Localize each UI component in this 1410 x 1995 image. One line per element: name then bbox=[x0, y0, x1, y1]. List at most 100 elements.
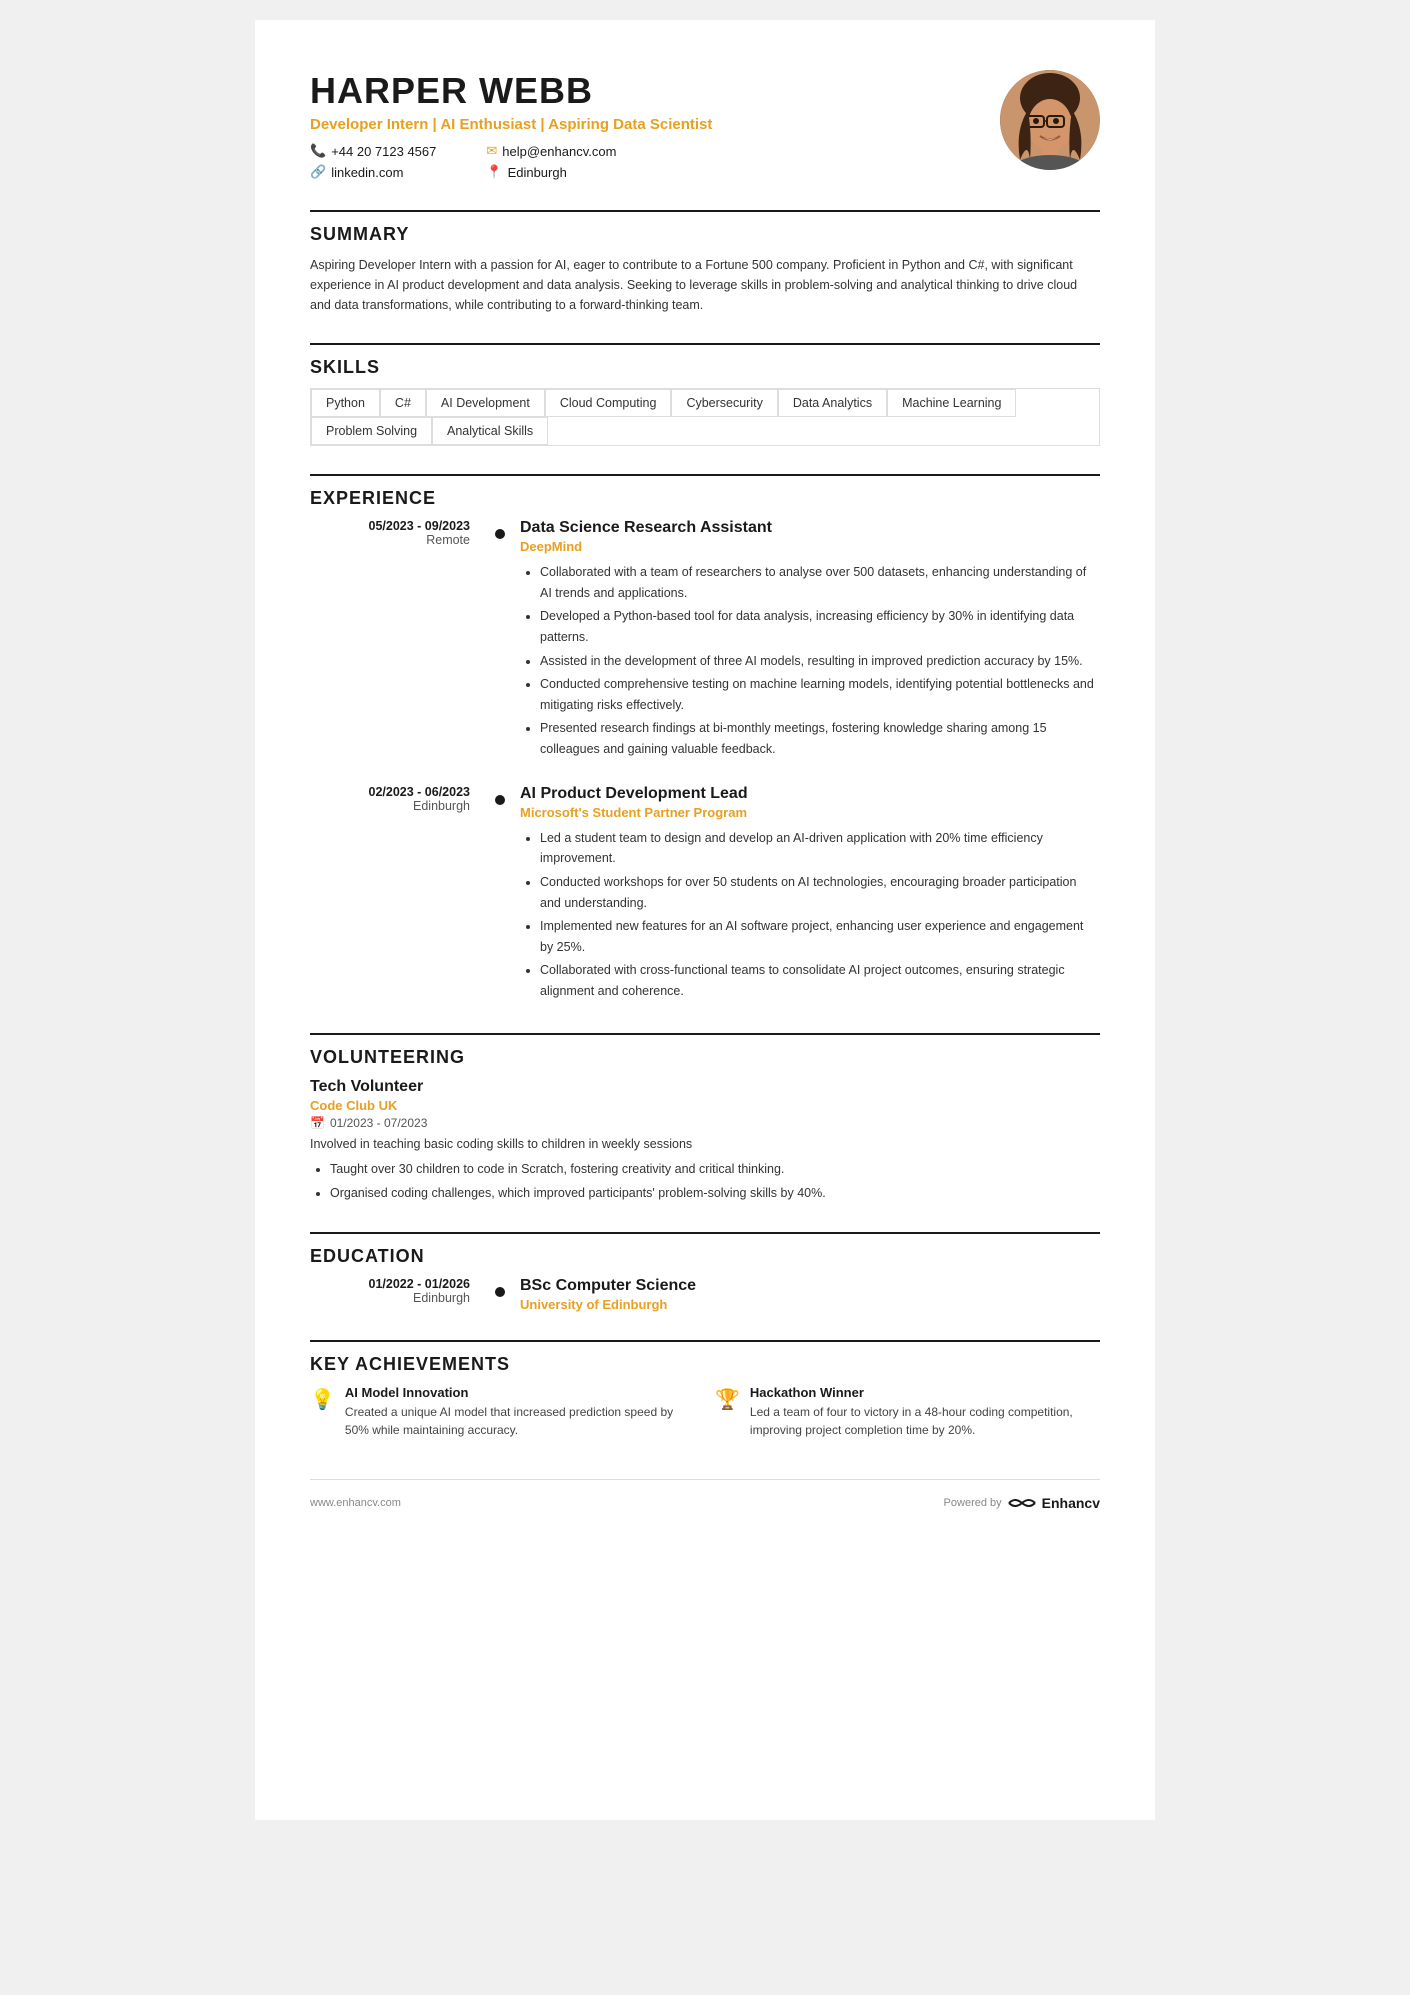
candidate-title: Developer Intern | AI Enthusiast | Aspir… bbox=[310, 116, 1000, 133]
achievements-grid: 💡 AI Model Innovation Created a unique A… bbox=[310, 1385, 1100, 1439]
vol-bullets-list: Taught over 30 children to code in Scrat… bbox=[310, 1159, 1100, 1203]
header-left: HARPER WEBB Developer Intern | AI Enthus… bbox=[310, 70, 1000, 180]
summary-title: SUMMARY bbox=[310, 224, 1100, 245]
edu-degree: BSc Computer Science bbox=[520, 1277, 1100, 1295]
email-item: ✉ help@enhancv.com bbox=[486, 143, 616, 159]
edu-dot bbox=[495, 1287, 505, 1297]
brand-name: Enhancv bbox=[1042, 1495, 1100, 1511]
summary-text: Aspiring Developer Intern with a passion… bbox=[310, 255, 1100, 315]
skill-tag: Python bbox=[311, 389, 380, 417]
phone-number: +44 20 7123 4567 bbox=[331, 144, 436, 159]
education-divider bbox=[310, 1232, 1100, 1234]
education-section: EDUCATION 01/2022 - 01/2026 Edinburgh BS… bbox=[310, 1232, 1100, 1312]
exp-dates: 02/2023 - 06/2023 bbox=[310, 785, 480, 799]
edu-location: Edinburgh bbox=[310, 1291, 480, 1305]
skills-grid: PythonC#AI DevelopmentCloud ComputingCyb… bbox=[310, 388, 1100, 446]
powered-by-text: Powered by bbox=[944, 1497, 1002, 1509]
experience-entry: 02/2023 - 06/2023 Edinburgh AI Product D… bbox=[310, 785, 1100, 1005]
exp-content: Data Science Research Assistant DeepMind… bbox=[520, 519, 1100, 763]
vol-description: Involved in teaching basic coding skills… bbox=[310, 1135, 1100, 1154]
exp-dates: 05/2023 - 09/2023 bbox=[310, 519, 480, 533]
experience-entries: 05/2023 - 09/2023 Remote Data Science Re… bbox=[310, 519, 1100, 1005]
vol-bullet: Organised coding challenges, which impro… bbox=[330, 1183, 1100, 1204]
achievement-description: Created a unique AI model that increased… bbox=[345, 1403, 695, 1439]
footer-powered: Powered by Enhancv bbox=[944, 1495, 1100, 1511]
exp-job-title: AI Product Development Lead bbox=[520, 785, 1100, 803]
edu-content: BSc Computer Science University of Edinb… bbox=[520, 1277, 1100, 1312]
achievement-content: Hackathon Winner Led a team of four to v… bbox=[750, 1385, 1100, 1439]
email-address: help@enhancv.com bbox=[502, 144, 616, 159]
skill-tag: AI Development bbox=[426, 389, 545, 417]
exp-dot bbox=[495, 529, 505, 539]
experience-bullet: Led a student team to design and develop… bbox=[540, 828, 1100, 869]
enhancv-logo-icon bbox=[1007, 1495, 1037, 1511]
phone-icon: 📞 bbox=[310, 143, 326, 159]
skill-tag: Problem Solving bbox=[311, 417, 432, 445]
resume-page: HARPER WEBB Developer Intern | AI Enthus… bbox=[255, 20, 1155, 1820]
contact-row: 📞 +44 20 7123 4567 🔗 linkedin.com ✉ help… bbox=[310, 143, 1000, 180]
education-title: EDUCATION bbox=[310, 1246, 1100, 1267]
achievement-description: Led a team of four to victory in a 48-ho… bbox=[750, 1403, 1100, 1439]
candidate-name: HARPER WEBB bbox=[310, 70, 1000, 112]
experience-bullet: Implemented new features for an AI softw… bbox=[540, 916, 1100, 957]
avatar bbox=[1000, 70, 1100, 170]
vol-bullet: Taught over 30 children to code in Scrat… bbox=[330, 1159, 1100, 1180]
achievement-item: 🏆 Hackathon Winner Led a team of four to… bbox=[715, 1385, 1100, 1439]
volunteering-divider bbox=[310, 1033, 1100, 1035]
vol-dates: 📅01/2023 - 07/2023 bbox=[310, 1116, 1100, 1130]
achievement-item: 💡 AI Model Innovation Created a unique A… bbox=[310, 1385, 695, 1439]
achievements-section: KEY ACHIEVEMENTS 💡 AI Model Innovation C… bbox=[310, 1340, 1100, 1439]
location-item: 📍 Edinburgh bbox=[486, 164, 616, 180]
edu-school: University of Edinburgh bbox=[520, 1297, 1100, 1312]
experience-bullet: Collaborated with a team of researchers … bbox=[540, 562, 1100, 603]
achievements-divider bbox=[310, 1340, 1100, 1342]
experience-section: EXPERIENCE 05/2023 - 09/2023 Remote Data… bbox=[310, 474, 1100, 1005]
skill-tag: Analytical Skills bbox=[432, 417, 548, 445]
education-entries: 01/2022 - 01/2026 Edinburgh BSc Computer… bbox=[310, 1277, 1100, 1312]
vol-role: Tech Volunteer bbox=[310, 1078, 1100, 1096]
linkedin-icon: 🔗 bbox=[310, 164, 326, 180]
summary-divider bbox=[310, 210, 1100, 212]
experience-bullet: Conducted workshops for over 50 students… bbox=[540, 872, 1100, 913]
skills-divider bbox=[310, 343, 1100, 345]
phone-item: 📞 +44 20 7123 4567 bbox=[310, 143, 436, 159]
achievement-icon: 🏆 bbox=[715, 1387, 740, 1412]
volunteering-title: VOLUNTEERING bbox=[310, 1047, 1100, 1068]
achievement-title: Hackathon Winner bbox=[750, 1385, 1100, 1400]
exp-bullets-list: Led a student team to design and develop… bbox=[520, 828, 1100, 1002]
experience-entry: 05/2023 - 09/2023 Remote Data Science Re… bbox=[310, 519, 1100, 763]
exp-dot bbox=[495, 795, 505, 805]
email-icon: ✉ bbox=[486, 143, 497, 159]
skill-tag: Data Analytics bbox=[778, 389, 887, 417]
volunteering-section: VOLUNTEERING Tech Volunteer Code Club UK… bbox=[310, 1033, 1100, 1204]
linkedin-url: linkedin.com bbox=[331, 165, 403, 180]
summary-section: SUMMARY Aspiring Developer Intern with a… bbox=[310, 210, 1100, 315]
exp-company: DeepMind bbox=[520, 539, 1100, 554]
exp-job-title: Data Science Research Assistant bbox=[520, 519, 1100, 537]
exp-bullets-list: Collaborated with a team of researchers … bbox=[520, 562, 1100, 760]
skills-section: SKILLS PythonC#AI DevelopmentCloud Compu… bbox=[310, 343, 1100, 446]
linkedin-item: 🔗 linkedin.com bbox=[310, 164, 436, 180]
experience-bullet: Presented research findings at bi-monthl… bbox=[540, 718, 1100, 759]
volunteering-entry: Tech Volunteer Code Club UK 📅01/2023 - 0… bbox=[310, 1078, 1100, 1204]
achievement-icon: 💡 bbox=[310, 1387, 335, 1412]
education-entry: 01/2022 - 01/2026 Edinburgh BSc Computer… bbox=[310, 1277, 1100, 1312]
exp-location: Edinburgh bbox=[310, 799, 480, 813]
achievement-title: AI Model Innovation bbox=[345, 1385, 695, 1400]
achievement-content: AI Model Innovation Created a unique AI … bbox=[345, 1385, 695, 1439]
experience-title: EXPERIENCE bbox=[310, 488, 1100, 509]
volunteering-entries: Tech Volunteer Code Club UK 📅01/2023 - 0… bbox=[310, 1078, 1100, 1204]
experience-divider bbox=[310, 474, 1100, 476]
exp-content: AI Product Development Lead Microsoft's … bbox=[520, 785, 1100, 1005]
skill-tag: C# bbox=[380, 389, 426, 417]
footer: www.enhancv.com Powered by Enhancv bbox=[310, 1479, 1100, 1511]
achievements-title: KEY ACHIEVEMENTS bbox=[310, 1354, 1100, 1375]
experience-bullet: Assisted in the development of three AI … bbox=[540, 651, 1100, 672]
skill-tag: Cybersecurity bbox=[671, 389, 777, 417]
skill-tag: Machine Learning bbox=[887, 389, 1016, 417]
exp-company: Microsoft's Student Partner Program bbox=[520, 805, 1100, 820]
location-icon: 📍 bbox=[486, 164, 502, 180]
experience-bullet: Conducted comprehensive testing on machi… bbox=[540, 674, 1100, 715]
skills-title: SKILLS bbox=[310, 357, 1100, 378]
exp-location: Remote bbox=[310, 533, 480, 547]
